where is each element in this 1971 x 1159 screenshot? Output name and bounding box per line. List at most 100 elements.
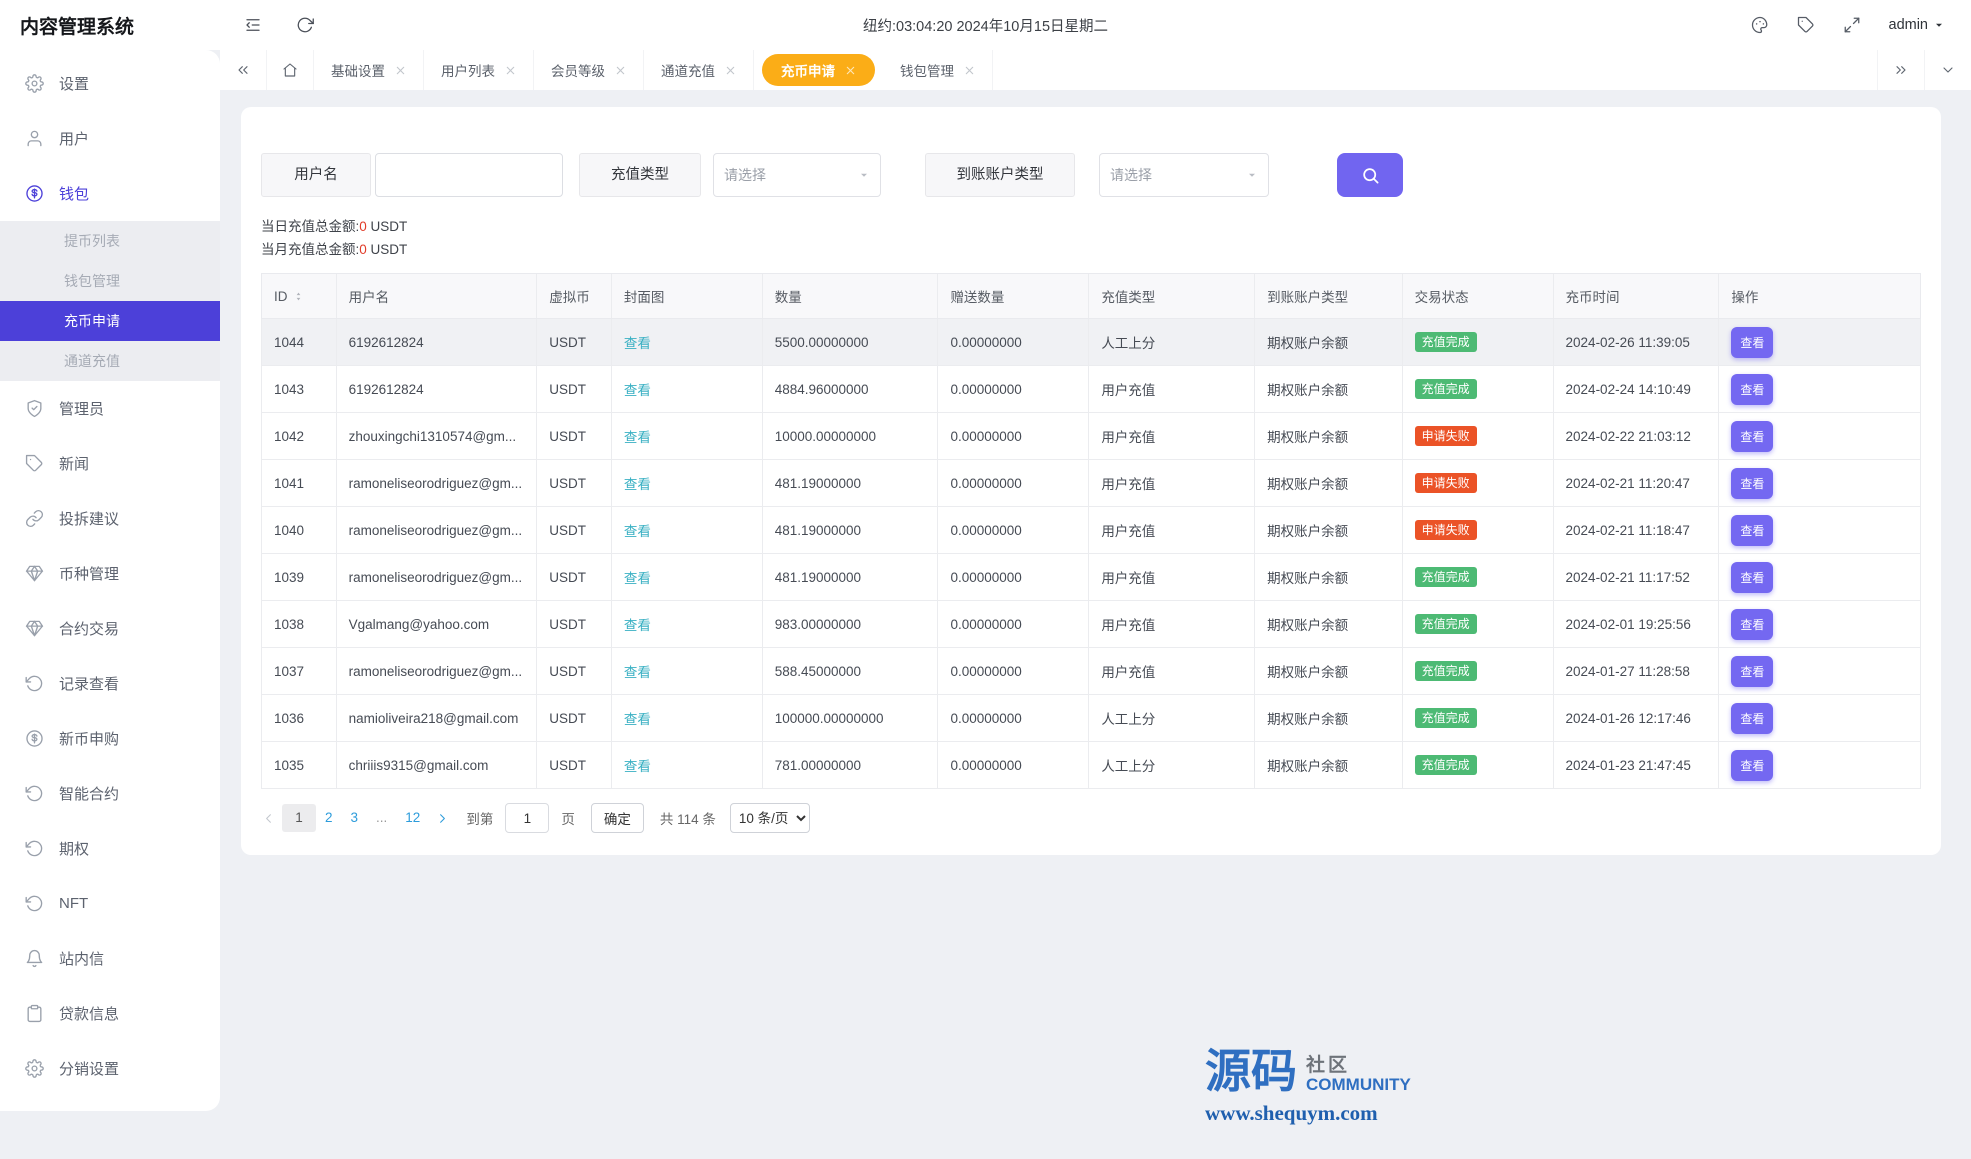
sidebar-item[interactable]: 管理员: [0, 381, 220, 436]
cover-view-link[interactable]: 查看: [624, 567, 651, 587]
row-view-button[interactable]: 查看: [1731, 749, 1774, 781]
sidebar-item[interactable]: 站内信: [0, 931, 220, 986]
account-type-select[interactable]: 请选择: [1099, 153, 1269, 197]
search-button[interactable]: [1337, 153, 1403, 197]
tab-close-icon[interactable]: [964, 65, 975, 76]
cell-time: 2024-02-21 11:20:47: [1554, 460, 1720, 506]
home-tab-button[interactable]: [267, 50, 314, 90]
tab[interactable]: 充币申请: [762, 54, 875, 86]
sidebar-item[interactable]: 新闻: [0, 436, 220, 491]
total-count-label: 共 114 条: [659, 812, 716, 827]
cell-time: 2024-02-26 11:39:05: [1554, 319, 1720, 365]
gem-icon: [25, 564, 44, 583]
refresh-icon[interactable]: [296, 16, 314, 34]
cover-view-link[interactable]: 查看: [624, 379, 651, 399]
cover-view-link[interactable]: 查看: [624, 708, 651, 728]
sidebar-item-label: 期权: [59, 841, 90, 858]
user-icon: [25, 129, 44, 148]
tag-icon[interactable]: [1797, 16, 1815, 34]
sidebar-item[interactable]: 智能合约: [0, 766, 220, 821]
prev-page-button[interactable]: [261, 811, 276, 826]
row-view-button[interactable]: 查看: [1731, 561, 1774, 593]
tab-close-icon[interactable]: [845, 65, 856, 76]
sidebar-item[interactable]: 通道充值: [0, 341, 220, 381]
table-header: ID 用户名 虚拟币 封面图 数量 赠送数量 充值类型 到账账户类型 交易状态 …: [261, 273, 1921, 319]
tab[interactable]: 钱包管理: [883, 50, 993, 90]
sidebar-item[interactable]: 期权: [0, 821, 220, 876]
theme-palette-icon[interactable]: [1751, 16, 1769, 34]
sidebar-item[interactable]: 贷款信息: [0, 986, 220, 1041]
sidebar-item[interactable]: 设置: [0, 56, 220, 111]
row-view-button[interactable]: 查看: [1731, 467, 1774, 499]
page-number[interactable]: 2: [316, 804, 342, 832]
tab[interactable]: 会员等级: [534, 50, 644, 90]
sidebar-item[interactable]: NFT: [0, 876, 220, 931]
tab[interactable]: 用户列表: [424, 50, 534, 90]
cell-username: ramoneliseorodriguez@gm...: [337, 460, 538, 506]
fullscreen-icon[interactable]: [1843, 16, 1861, 34]
tab-close-icon[interactable]: [505, 65, 516, 76]
sidebar-item-label: 钱包: [59, 186, 90, 203]
sidebar-item[interactable]: 投拆建议: [0, 491, 220, 546]
sidebar-item[interactable]: 新币申购: [0, 711, 220, 766]
sidebar-item[interactable]: 提币列表: [0, 221, 220, 261]
page-size-select[interactable]: 10 条/页: [729, 803, 810, 833]
header-id[interactable]: ID: [262, 274, 337, 318]
page-number[interactable]: 12: [396, 804, 429, 832]
tab-close-icon[interactable]: [615, 65, 626, 76]
sidebar-item[interactable]: 充币申请: [0, 301, 220, 341]
row-view-button[interactable]: 查看: [1731, 326, 1774, 358]
user-menu[interactable]: admin: [1889, 17, 1946, 33]
tab-close-icon[interactable]: [395, 65, 406, 76]
tab[interactable]: 通道充值: [644, 50, 754, 90]
cover-view-link[interactable]: 查看: [624, 426, 651, 446]
cell-account-type: 期权账户余额: [1255, 554, 1403, 600]
cover-view-link[interactable]: 查看: [624, 473, 651, 493]
row-view-button[interactable]: 查看: [1731, 702, 1774, 734]
cover-view-link[interactable]: 查看: [624, 755, 651, 775]
row-view-button[interactable]: 查看: [1731, 420, 1774, 452]
app-window: 内容管理系统 纽约:03:04:20 2024年10月15日星期二 admin …: [0, 0, 1971, 1159]
sidebar-item[interactable]: 记录查看: [0, 656, 220, 711]
cell-time: 2024-01-26 12:17:46: [1554, 695, 1720, 741]
sidebar-item[interactable]: 分销设置: [0, 1041, 220, 1096]
page-number[interactable]: ...: [367, 804, 396, 832]
username-input[interactable]: [375, 153, 563, 197]
sidebar-item[interactable]: 钱包管理: [0, 261, 220, 301]
next-page-button[interactable]: [435, 811, 450, 826]
confirm-button[interactable]: 确定: [590, 803, 644, 833]
tab-close-icon[interactable]: [725, 65, 736, 76]
cell-recharge-type: 人工上分: [1089, 319, 1256, 365]
sidebar-item[interactable]: 用户: [0, 111, 220, 166]
row-view-button[interactable]: 查看: [1731, 608, 1774, 640]
recharge-type-select[interactable]: 请选择: [713, 153, 881, 197]
page-number[interactable]: 1: [282, 804, 316, 832]
tab[interactable]: 基础设置: [314, 50, 424, 90]
cell-bonus: 0.00000000: [938, 366, 1090, 412]
sort-icon[interactable]: [293, 291, 304, 302]
sidebar-item[interactable]: 合约交易: [0, 601, 220, 656]
jump-label: 到第: [466, 812, 494, 827]
cell-coin: USDT: [537, 742, 612, 788]
cover-view-link[interactable]: 查看: [624, 520, 651, 540]
cover-view-link[interactable]: 查看: [624, 332, 651, 352]
daily-total-line: 当日充值总金额:0 USDT: [261, 219, 408, 234]
history-icon: [25, 784, 44, 803]
cell-account-type: 期权账户余额: [1255, 366, 1403, 412]
tabs-scroll-left-button[interactable]: [220, 50, 267, 90]
row-view-button[interactable]: 查看: [1731, 655, 1774, 687]
page-jump-input[interactable]: [505, 803, 550, 833]
sidebar-item[interactable]: 币种管理: [0, 546, 220, 601]
header-actions: 操作: [1731, 290, 1759, 305]
sidebar-item[interactable]: 钱包: [0, 166, 220, 221]
page-number[interactable]: 3: [342, 804, 368, 832]
row-view-button[interactable]: 查看: [1731, 373, 1774, 405]
cover-view-link[interactable]: 查看: [624, 661, 651, 681]
tabs-scroll-right-button[interactable]: [1877, 50, 1924, 90]
recharge-summary: 当日充值总金额:0 USDT 当月充值总金额:0 USDT: [261, 215, 1921, 261]
menu-fold-icon[interactable]: [244, 16, 262, 34]
tabs-menu-button[interactable]: [1924, 50, 1971, 90]
cell-username: chriiis9315@gmail.com: [337, 742, 538, 788]
cover-view-link[interactable]: 查看: [624, 614, 651, 634]
row-view-button[interactable]: 查看: [1731, 514, 1774, 546]
